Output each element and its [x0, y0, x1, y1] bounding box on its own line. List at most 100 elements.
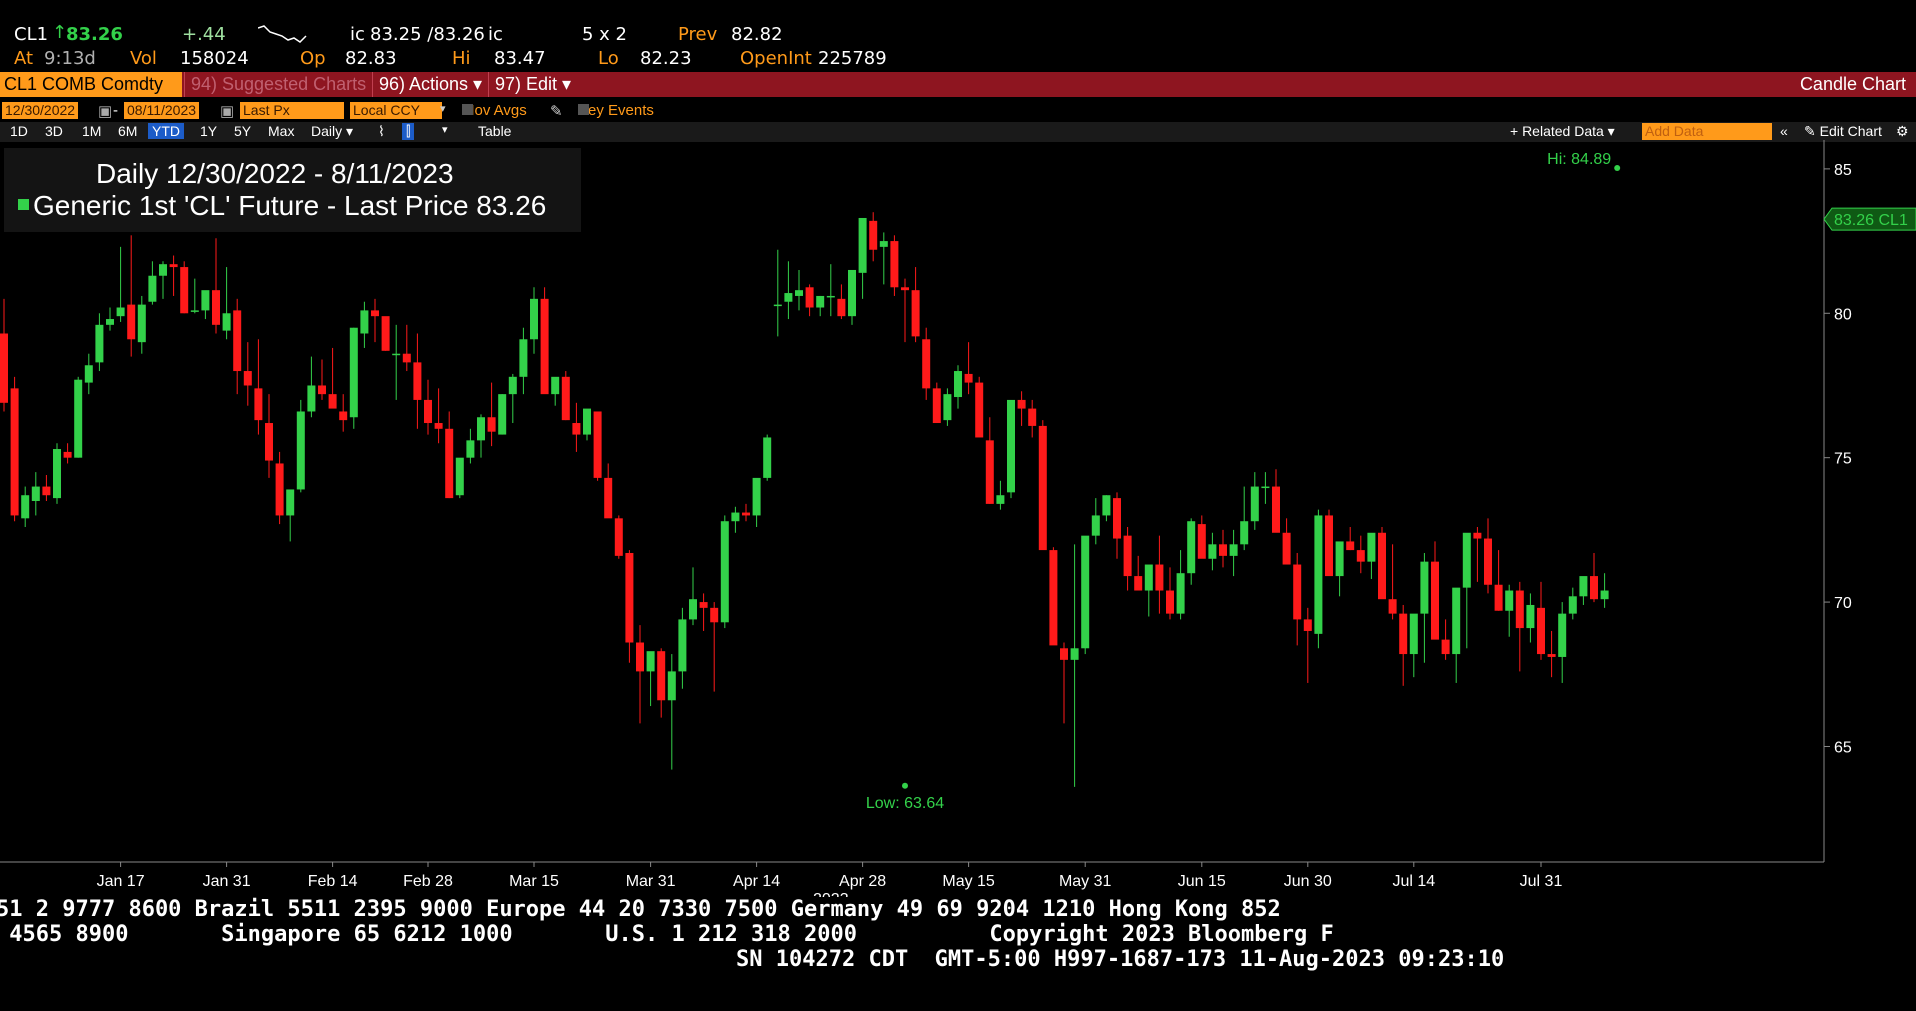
field-select[interactable]: Last Px — [240, 102, 344, 119]
suggested-charts-menu[interactable]: 94) Suggested Charts — [184, 72, 372, 97]
start-date-input[interactable]: 12/30/2022 — [2, 102, 79, 119]
lo-label: Lo — [598, 48, 619, 69]
candle-body — [286, 489, 295, 516]
candle-body — [1314, 515, 1323, 634]
chart-type-label: Candle Chart — [1799, 74, 1906, 94]
candle-body — [413, 362, 422, 400]
candle-body — [583, 408, 591, 435]
x-tick-label: May 31 — [1059, 873, 1112, 890]
range-1y[interactable]: 1Y — [200, 123, 217, 139]
period-select[interactable]: Daily ▾ — [311, 123, 353, 140]
candle-body — [1219, 544, 1227, 556]
candle-body — [243, 371, 252, 386]
candle-body — [784, 293, 793, 302]
candle-body — [1123, 535, 1132, 577]
candle-body — [296, 411, 305, 490]
end-date-input[interactable]: 08/11/2023 — [124, 102, 200, 119]
candle-body — [84, 365, 93, 383]
candle-body — [254, 388, 263, 421]
candle-body — [1356, 550, 1365, 562]
actions-menu[interactable]: 96) Actions ▾ — [372, 72, 488, 97]
candle-body — [402, 353, 411, 363]
candle-body — [1462, 532, 1471, 588]
checkbox-icon — [462, 104, 473, 115]
edit-chart-button[interactable]: ✎ Edit Chart — [1804, 123, 1882, 140]
candle-body — [1558, 613, 1567, 657]
dropdown-arrow-icon[interactable]: ▾ — [442, 123, 448, 136]
candle-body — [1272, 486, 1280, 533]
candle-body — [1049, 550, 1058, 646]
related-data-button[interactable]: + Related Data ▾ — [1510, 123, 1615, 140]
up-arrow-icon: ↑ — [52, 22, 68, 43]
net-change: +.44 — [182, 24, 226, 45]
calendar-icon[interactable]: ▣ — [98, 102, 112, 120]
candle-body — [10, 388, 19, 516]
candle-body — [1325, 515, 1333, 577]
candle-body — [530, 298, 538, 340]
quote-header: CL1 ↑ 83.26 +.44 ic 83.25 /83.26 ic 5 x … — [0, 0, 1916, 72]
edit-menu[interactable]: 97) Edit ▾ — [488, 72, 577, 97]
candle-body — [561, 376, 570, 421]
range-1m[interactable]: 1M — [82, 123, 101, 139]
last-price-label: 83.26 CL1 — [1834, 212, 1908, 229]
range-5y[interactable]: 5Y — [234, 123, 251, 139]
at-label: At — [14, 48, 34, 69]
candle-body — [636, 642, 644, 672]
candle-body — [180, 267, 189, 314]
candle-body — [1134, 576, 1143, 591]
hi-label: Hi: 84.89 — [1547, 151, 1611, 168]
range-ytd[interactable]: YTD — [148, 123, 184, 139]
x-tick-label: Feb 28 — [403, 873, 453, 890]
pencil-icon[interactable]: ✎ — [550, 102, 563, 120]
security-field[interactable]: CL1 COMB Comdty — [0, 72, 182, 97]
candle-body — [731, 512, 740, 522]
line-chart-icon[interactable]: ⌇ — [378, 123, 385, 140]
candle-body — [1197, 524, 1206, 559]
candle-body — [339, 411, 348, 421]
candle-body — [795, 290, 803, 296]
range-1d[interactable]: 1D — [10, 123, 28, 139]
candle-body — [477, 417, 485, 441]
candle-body — [159, 264, 167, 276]
add-data-input[interactable]: Add Data — [1642, 123, 1772, 140]
candle-body — [572, 423, 581, 435]
hi-marker — [1614, 165, 1621, 172]
range-6m[interactable]: 6M — [118, 123, 137, 139]
y-tick-label: 65 — [1834, 739, 1852, 756]
ticker-symbol[interactable]: CL1 — [14, 24, 48, 45]
candle-body — [710, 607, 719, 623]
collapse-icon[interactable]: « — [1780, 123, 1788, 139]
candle-body — [222, 313, 231, 331]
range-max[interactable]: Max — [268, 123, 294, 139]
candle-body — [1441, 639, 1450, 655]
candle-body — [519, 339, 528, 377]
candle-body — [932, 388, 941, 424]
dropdown-arrow-icon[interactable]: ▾ — [440, 102, 446, 115]
y-tick-label: 70 — [1834, 595, 1852, 612]
candle-body — [985, 440, 994, 504]
candle-body — [869, 220, 878, 250]
gear-icon[interactable]: ⚙ — [1896, 123, 1909, 140]
candle-body — [540, 298, 549, 395]
table-button[interactable]: Table — [478, 123, 511, 139]
currency-select[interactable]: Local CCY — [350, 102, 442, 119]
range-3d[interactable]: 3D — [45, 123, 63, 139]
candle-body — [996, 495, 1005, 504]
candle-body — [1250, 486, 1259, 522]
candle-body — [318, 385, 326, 395]
candle-body — [1568, 596, 1577, 614]
candle-body — [689, 599, 697, 620]
candle-body — [95, 324, 104, 363]
candle-chart[interactable]: 65 70 75 80 85 Jan 17 Jan 31 Feb 14 Feb 28 Mar 15… — [0, 140, 1916, 897]
candle-body — [31, 486, 40, 501]
ask-suffix: ic — [488, 24, 503, 45]
candle-body — [116, 307, 125, 317]
calendar-icon[interactable]: ▣ — [220, 102, 234, 120]
mov-avgs-checkbox[interactable]: Mov Avgs — [462, 102, 527, 119]
candle-body — [1113, 498, 1121, 539]
candle-chart-icon[interactable]: ⫿ — [402, 123, 415, 140]
candle-body — [773, 304, 782, 307]
key-events-checkbox[interactable]: Key Events — [578, 102, 654, 119]
candle-body — [964, 373, 973, 383]
candle-body — [1017, 399, 1026, 409]
